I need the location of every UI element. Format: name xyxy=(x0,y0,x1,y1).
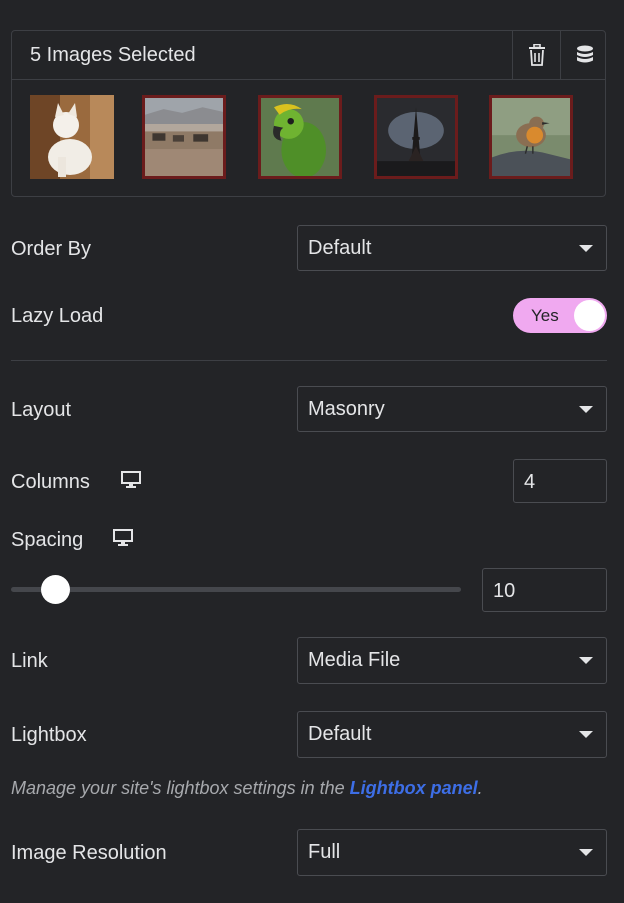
thumbnail-parrot[interactable] xyxy=(258,95,342,179)
link-value: Media File xyxy=(308,649,401,671)
chevron-down-icon xyxy=(579,731,593,738)
delete-gallery-button[interactable] xyxy=(512,31,560,79)
lazy-load-toggle[interactable]: Yes xyxy=(513,298,607,333)
lightbox-help-text: Manage your site's lightbox settings in … xyxy=(11,778,483,799)
layout-label: Layout xyxy=(11,399,72,421)
section-divider xyxy=(11,360,607,361)
columns-value: 4 xyxy=(524,471,536,493)
order-by-label: Order By xyxy=(11,238,92,260)
thumbnail-eiffel-tower[interactable] xyxy=(374,95,458,179)
lightbox-value: Default xyxy=(308,723,372,745)
columns-label: Columns xyxy=(11,471,90,493)
spacing-value: 10 xyxy=(493,580,516,602)
lazy-load-toggle-text: Yes xyxy=(531,306,559,325)
layout-value: Masonry xyxy=(308,398,385,420)
lightbox-panel-link[interactable]: Lightbox panel xyxy=(350,778,478,798)
columns-input[interactable]: 4 xyxy=(513,459,607,503)
thumbnail-robin[interactable] xyxy=(489,95,573,179)
order-by-select[interactable]: Default xyxy=(297,225,607,271)
gallery-header: 5 Images Selected xyxy=(12,31,605,80)
link-label: Link xyxy=(11,650,48,672)
chevron-down-icon xyxy=(579,406,593,413)
desktop-icon[interactable] xyxy=(113,529,133,547)
order-by-value: Default xyxy=(308,237,372,259)
thumbnail-cat[interactable] xyxy=(30,95,114,179)
spacing-label: Spacing xyxy=(11,529,84,551)
help-suffix: . xyxy=(477,778,483,798)
help-prefix: Manage your site's lightbox settings in … xyxy=(11,778,350,798)
database-stack-icon xyxy=(576,45,593,63)
link-select[interactable]: Media File xyxy=(297,637,607,684)
toggle-knob xyxy=(574,300,605,331)
gallery-title: 5 Images Selected xyxy=(30,44,196,66)
gallery-control: 5 Images Selected xyxy=(11,30,606,197)
spacing-slider-handle[interactable] xyxy=(41,575,70,604)
desktop-icon[interactable] xyxy=(121,471,141,489)
chevron-down-icon xyxy=(579,849,593,856)
spacing-slider-track[interactable] xyxy=(11,587,461,592)
lightbox-select[interactable]: Default xyxy=(297,711,607,758)
chevron-down-icon xyxy=(579,245,593,252)
thumbnail-zebras[interactable] xyxy=(142,95,226,179)
image-resolution-value: Full xyxy=(308,841,341,863)
image-resolution-label: Image Resolution xyxy=(11,842,167,864)
lazy-load-label: Lazy Load xyxy=(11,305,104,327)
image-resolution-select[interactable]: Full xyxy=(297,829,607,876)
lightbox-label: Lightbox xyxy=(11,724,87,746)
layout-select[interactable]: Masonry xyxy=(297,386,607,432)
bulk-edit-button[interactable] xyxy=(560,31,608,79)
chevron-down-icon xyxy=(579,657,593,664)
spacing-input[interactable]: 10 xyxy=(482,568,607,612)
trash-icon xyxy=(528,44,545,66)
